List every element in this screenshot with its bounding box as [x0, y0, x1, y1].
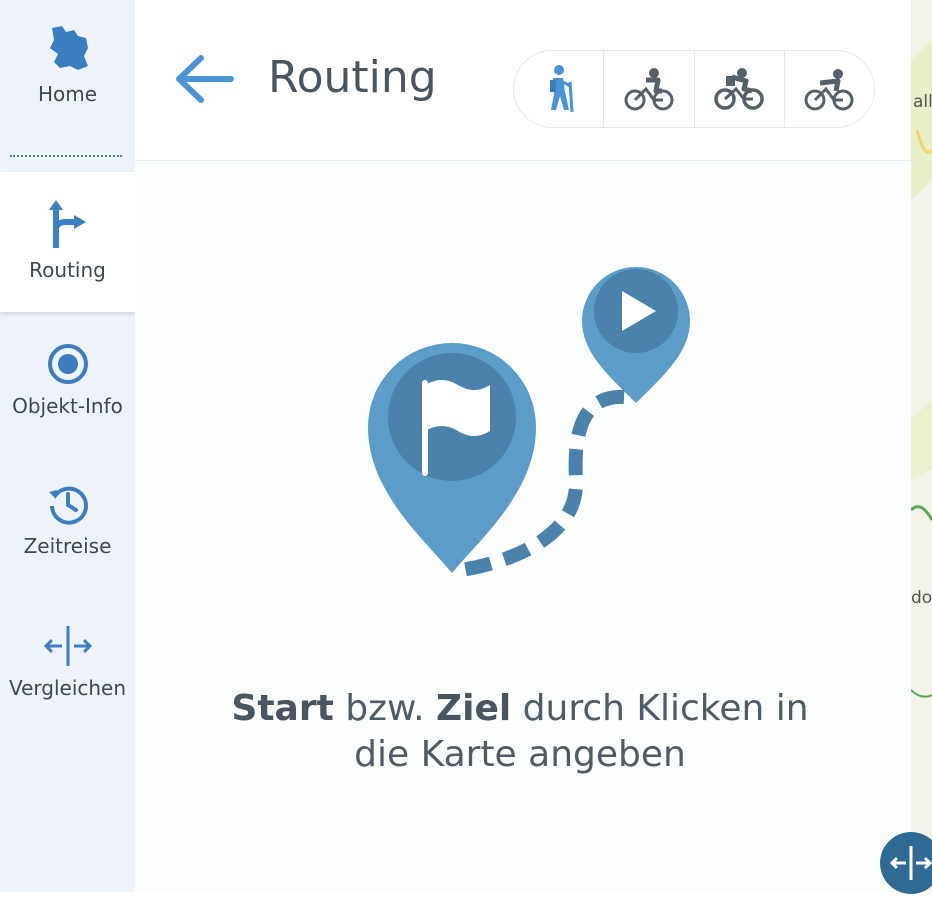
city-bike-icon	[624, 68, 674, 111]
sidebar-item-routing[interactable]: Routing	[0, 172, 135, 312]
map-background	[911, 40, 932, 698]
sidebar-item-label: Zeitreise	[23, 534, 112, 558]
routing-hint: Start bzw. Ziel durch Klicken in die Kar…	[231, 688, 809, 775]
start-flag-pin-icon	[368, 343, 536, 573]
sidebar-item-label: Vergleichen	[8, 676, 127, 700]
sidebar: Home Routing Objekt-Info Zeitreise Vergl…	[0, 0, 136, 892]
bavaria-map-icon	[49, 26, 88, 70]
mountain-bike-icon	[714, 68, 764, 110]
mode-hiking[interactable]	[514, 51, 605, 127]
hiking-icon	[549, 65, 574, 113]
sidebar-item-zeitreise[interactable]: Zeitreise	[0, 482, 135, 558]
back-arrow-icon[interactable]	[173, 50, 235, 108]
sidebar-item-label: Routing	[29, 258, 106, 282]
routing-panel: Routing Start bzw. Ziel durch Klicken in…	[135, 0, 911, 892]
map-label: alle	[913, 92, 932, 112]
mode-racing-bike[interactable]	[785, 51, 874, 127]
destination-pin-icon	[582, 267, 690, 403]
route-fork-icon	[48, 200, 86, 248]
routing-illustration	[368, 267, 690, 578]
page-title: Routing	[268, 52, 437, 103]
panel-header: Routing	[135, 0, 911, 161]
compare-icon	[43, 626, 92, 666]
sidebar-item-label: Home	[37, 82, 98, 106]
history-icon	[48, 486, 88, 525]
mode-city-bike[interactable]	[604, 51, 695, 127]
racing-bike-icon	[804, 69, 854, 111]
mode-mountain-bike[interactable]	[695, 51, 785, 127]
map-view[interactable]: alle do	[911, 0, 932, 892]
compare-icon	[889, 846, 932, 880]
sidebar-item-label: Objekt-Info	[12, 394, 123, 418]
travel-mode-selector	[513, 50, 875, 128]
compare-slider-handle[interactable]	[880, 832, 932, 894]
sidebar-divider	[10, 155, 122, 157]
sidebar-item-objekt-info[interactable]: Objekt-Info	[0, 342, 135, 418]
target-icon	[47, 344, 88, 384]
sidebar-item-vergleichen[interactable]: Vergleichen	[0, 624, 135, 700]
map-label: do	[911, 588, 932, 608]
sidebar-item-home[interactable]: Home	[0, 22, 135, 106]
